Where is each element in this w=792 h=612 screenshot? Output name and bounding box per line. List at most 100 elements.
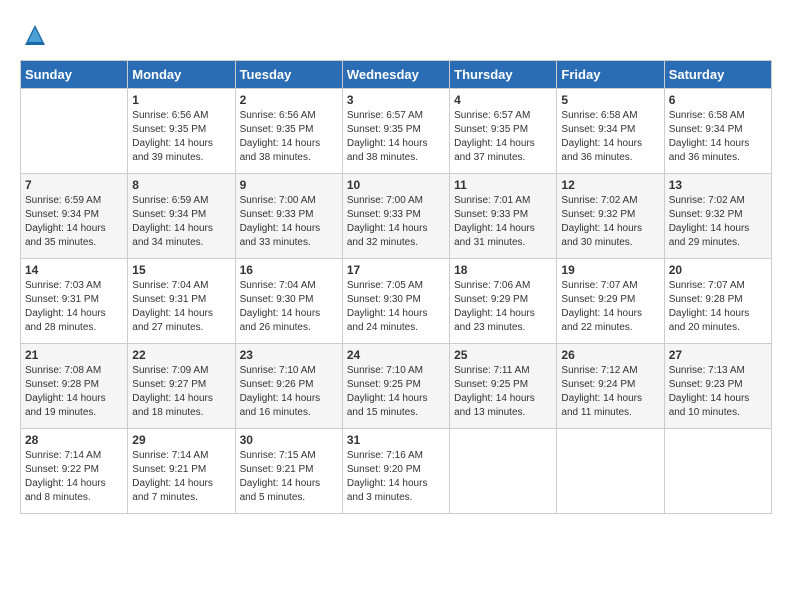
day-number: 11 xyxy=(454,178,552,192)
calendar-cell: 25 Sunrise: 7:11 AMSunset: 9:25 PMDayligh… xyxy=(450,344,557,429)
header-saturday: Saturday xyxy=(664,61,771,89)
cell-info: Sunrise: 6:56 AMSunset: 9:35 PMDaylight:… xyxy=(132,109,230,165)
cell-info: Sunrise: 7:10 AMSunset: 9:26 PMDaylight:… xyxy=(240,364,338,420)
calendar-cell xyxy=(557,429,664,514)
calendar-cell: 28 Sunrise: 7:14 AMSunset: 9:22 PMDayligh… xyxy=(21,429,128,514)
cell-info: Sunrise: 7:07 AMSunset: 9:28 PMDaylight:… xyxy=(669,279,767,335)
cell-info: Sunrise: 7:08 AMSunset: 9:28 PMDaylight:… xyxy=(25,364,123,420)
day-number: 20 xyxy=(669,263,767,277)
calendar-cell: 6Sunrise: 6:58 AMSunset: 9:34 PMDaylight… xyxy=(664,89,771,174)
day-number: 31 xyxy=(347,433,445,447)
day-number: 10 xyxy=(347,178,445,192)
calendar-cell: 3Sunrise: 6:57 AMSunset: 9:35 PMDaylight… xyxy=(342,89,449,174)
calendar-cell: 22 Sunrise: 7:09 AMSunset: 9:27 PMDayligh… xyxy=(128,344,235,429)
calendar-cell: 5Sunrise: 6:58 AMSunset: 9:34 PMDaylight… xyxy=(557,89,664,174)
day-number: 9 xyxy=(240,178,338,192)
week-row-4: 21 Sunrise: 7:08 AMSunset: 9:28 PMDayligh… xyxy=(21,344,772,429)
calendar-cell: 16 Sunrise: 7:04 AMSunset: 9:30 PMDayligh… xyxy=(235,259,342,344)
cell-info: Sunrise: 7:12 AMSunset: 9:24 PMDaylight:… xyxy=(561,364,659,420)
calendar-cell: 2 Sunrise: 6:56 AMSunset: 9:35 PMDaylight… xyxy=(235,89,342,174)
logo-icon xyxy=(20,20,50,50)
day-number: 15 xyxy=(132,263,230,277)
cell-info: Sunrise: 7:14 AMSunset: 9:21 PMDaylight:… xyxy=(132,449,230,505)
day-number: 26 xyxy=(561,348,659,362)
cell-info: Sunrise: 6:56 AMSunset: 9:35 PMDaylight:… xyxy=(240,109,338,165)
calendar-cell: 4Sunrise: 6:57 AMSunset: 9:35 PMDaylight… xyxy=(450,89,557,174)
cell-info: Sunrise: 7:04 AMSunset: 9:30 PMDaylight:… xyxy=(240,279,338,335)
cell-info: Sunrise: 7:04 AMSunset: 9:31 PMDaylight:… xyxy=(132,279,230,335)
cell-info: Sunrise: 7:09 AMSunset: 9:27 PMDaylight:… xyxy=(132,364,230,420)
day-number: 24 xyxy=(347,348,445,362)
cell-info: Sunrise: 7:05 AMSunset: 9:30 PMDaylight:… xyxy=(347,279,445,335)
day-number: 8 xyxy=(132,178,230,192)
calendar-cell: 29Sunrise: 7:14 AMSunset: 9:21 PMDayligh… xyxy=(128,429,235,514)
calendar-cell: 31 Sunrise: 7:16 AMSunset: 9:20 PMDayligh… xyxy=(342,429,449,514)
calendar-cell: 18 Sunrise: 7:06 AMSunset: 9:29 PMDayligh… xyxy=(450,259,557,344)
header-thursday: Thursday xyxy=(450,61,557,89)
logo xyxy=(20,20,54,50)
calendar-cell: 14Sunrise: 7:03 AMSunset: 9:31 PMDayligh… xyxy=(21,259,128,344)
calendar-cell: 30 Sunrise: 7:15 AMSunset: 9:21 PMDayligh… xyxy=(235,429,342,514)
calendar-cell: 23 Sunrise: 7:10 AMSunset: 9:26 PMDayligh… xyxy=(235,344,342,429)
cell-info: Sunrise: 7:14 AMSunset: 9:22 PMDaylight:… xyxy=(25,449,123,505)
calendar-cell: 26 Sunrise: 7:12 AMSunset: 9:24 PMDayligh… xyxy=(557,344,664,429)
cell-info: Sunrise: 7:07 AMSunset: 9:29 PMDaylight:… xyxy=(561,279,659,335)
cell-info: Sunrise: 7:06 AMSunset: 9:29 PMDaylight:… xyxy=(454,279,552,335)
cell-info: Sunrise: 6:59 AMSunset: 9:34 PMDaylight:… xyxy=(132,194,230,250)
calendar-cell: 21 Sunrise: 7:08 AMSunset: 9:28 PMDayligh… xyxy=(21,344,128,429)
cell-info: Sunrise: 7:00 AMSunset: 9:33 PMDaylight:… xyxy=(347,194,445,250)
calendar-cell: 15 Sunrise: 7:04 AMSunset: 9:31 PMDayligh… xyxy=(128,259,235,344)
calendar-cell: 8 Sunrise: 6:59 AMSunset: 9:34 PMDaylight… xyxy=(128,174,235,259)
day-number: 19 xyxy=(561,263,659,277)
day-number: 18 xyxy=(454,263,552,277)
calendar-cell xyxy=(664,429,771,514)
calendar-cell: 7Sunrise: 6:59 AMSunset: 9:34 PMDaylight… xyxy=(21,174,128,259)
day-number: 22 xyxy=(132,348,230,362)
cell-info: Sunrise: 7:02 AMSunset: 9:32 PMDaylight:… xyxy=(561,194,659,250)
day-number: 1 xyxy=(132,93,230,107)
day-number: 27 xyxy=(669,348,767,362)
cell-info: Sunrise: 7:11 AMSunset: 9:25 PMDaylight:… xyxy=(454,364,552,420)
calendar-cell: 13 Sunrise: 7:02 AMSunset: 9:32 PMDayligh… xyxy=(664,174,771,259)
calendar-table: SundayMondayTuesdayWednesdayThursdayFrid… xyxy=(20,60,772,514)
header-tuesday: Tuesday xyxy=(235,61,342,89)
cell-info: Sunrise: 6:57 AMSunset: 9:35 PMDaylight:… xyxy=(347,109,445,165)
cell-info: Sunrise: 7:01 AMSunset: 9:33 PMDaylight:… xyxy=(454,194,552,250)
calendar-cell: 12 Sunrise: 7:02 AMSunset: 9:32 PMDayligh… xyxy=(557,174,664,259)
calendar-cell: 1 Sunrise: 6:56 AMSunset: 9:35 PMDaylight… xyxy=(128,89,235,174)
cell-info: Sunrise: 7:16 AMSunset: 9:20 PMDaylight:… xyxy=(347,449,445,505)
day-number: 30 xyxy=(240,433,338,447)
page-header xyxy=(20,20,772,50)
week-row-3: 14Sunrise: 7:03 AMSunset: 9:31 PMDayligh… xyxy=(21,259,772,344)
cell-info: Sunrise: 7:15 AMSunset: 9:21 PMDaylight:… xyxy=(240,449,338,505)
week-row-5: 28 Sunrise: 7:14 AMSunset: 9:22 PMDayligh… xyxy=(21,429,772,514)
cell-info: Sunrise: 7:02 AMSunset: 9:32 PMDaylight:… xyxy=(669,194,767,250)
day-number: 17 xyxy=(347,263,445,277)
day-number: 28 xyxy=(25,433,123,447)
week-row-2: 7Sunrise: 6:59 AMSunset: 9:34 PMDaylight… xyxy=(21,174,772,259)
calendar-cell: 10 Sunrise: 7:00 AMSunset: 9:33 PMDayligh… xyxy=(342,174,449,259)
day-number: 25 xyxy=(454,348,552,362)
header-sunday: Sunday xyxy=(21,61,128,89)
day-number: 2 xyxy=(240,93,338,107)
cell-info: Sunrise: 7:03 AMSunset: 9:31 PMDaylight:… xyxy=(25,279,123,335)
day-number: 6 xyxy=(669,93,767,107)
header-wednesday: Wednesday xyxy=(342,61,449,89)
calendar-cell: 27Sunrise: 7:13 AMSunset: 9:23 PMDayligh… xyxy=(664,344,771,429)
calendar-cell: 24Sunrise: 7:10 AMSunset: 9:25 PMDayligh… xyxy=(342,344,449,429)
cell-info: Sunrise: 6:58 AMSunset: 9:34 PMDaylight:… xyxy=(561,109,659,165)
calendar-cell: 17 Sunrise: 7:05 AMSunset: 9:30 PMDayligh… xyxy=(342,259,449,344)
day-number: 16 xyxy=(240,263,338,277)
header-friday: Friday xyxy=(557,61,664,89)
day-number: 13 xyxy=(669,178,767,192)
day-number: 21 xyxy=(25,348,123,362)
day-number: 12 xyxy=(561,178,659,192)
header-monday: Monday xyxy=(128,61,235,89)
calendar-cell xyxy=(450,429,557,514)
calendar-cell: 11 Sunrise: 7:01 AMSunset: 9:33 PMDayligh… xyxy=(450,174,557,259)
header-row: SundayMondayTuesdayWednesdayThursdayFrid… xyxy=(21,61,772,89)
cell-info: Sunrise: 6:59 AMSunset: 9:34 PMDaylight:… xyxy=(25,194,123,250)
calendar-cell xyxy=(21,89,128,174)
day-number: 23 xyxy=(240,348,338,362)
calendar-cell: 20 Sunrise: 7:07 AMSunset: 9:28 PMDayligh… xyxy=(664,259,771,344)
